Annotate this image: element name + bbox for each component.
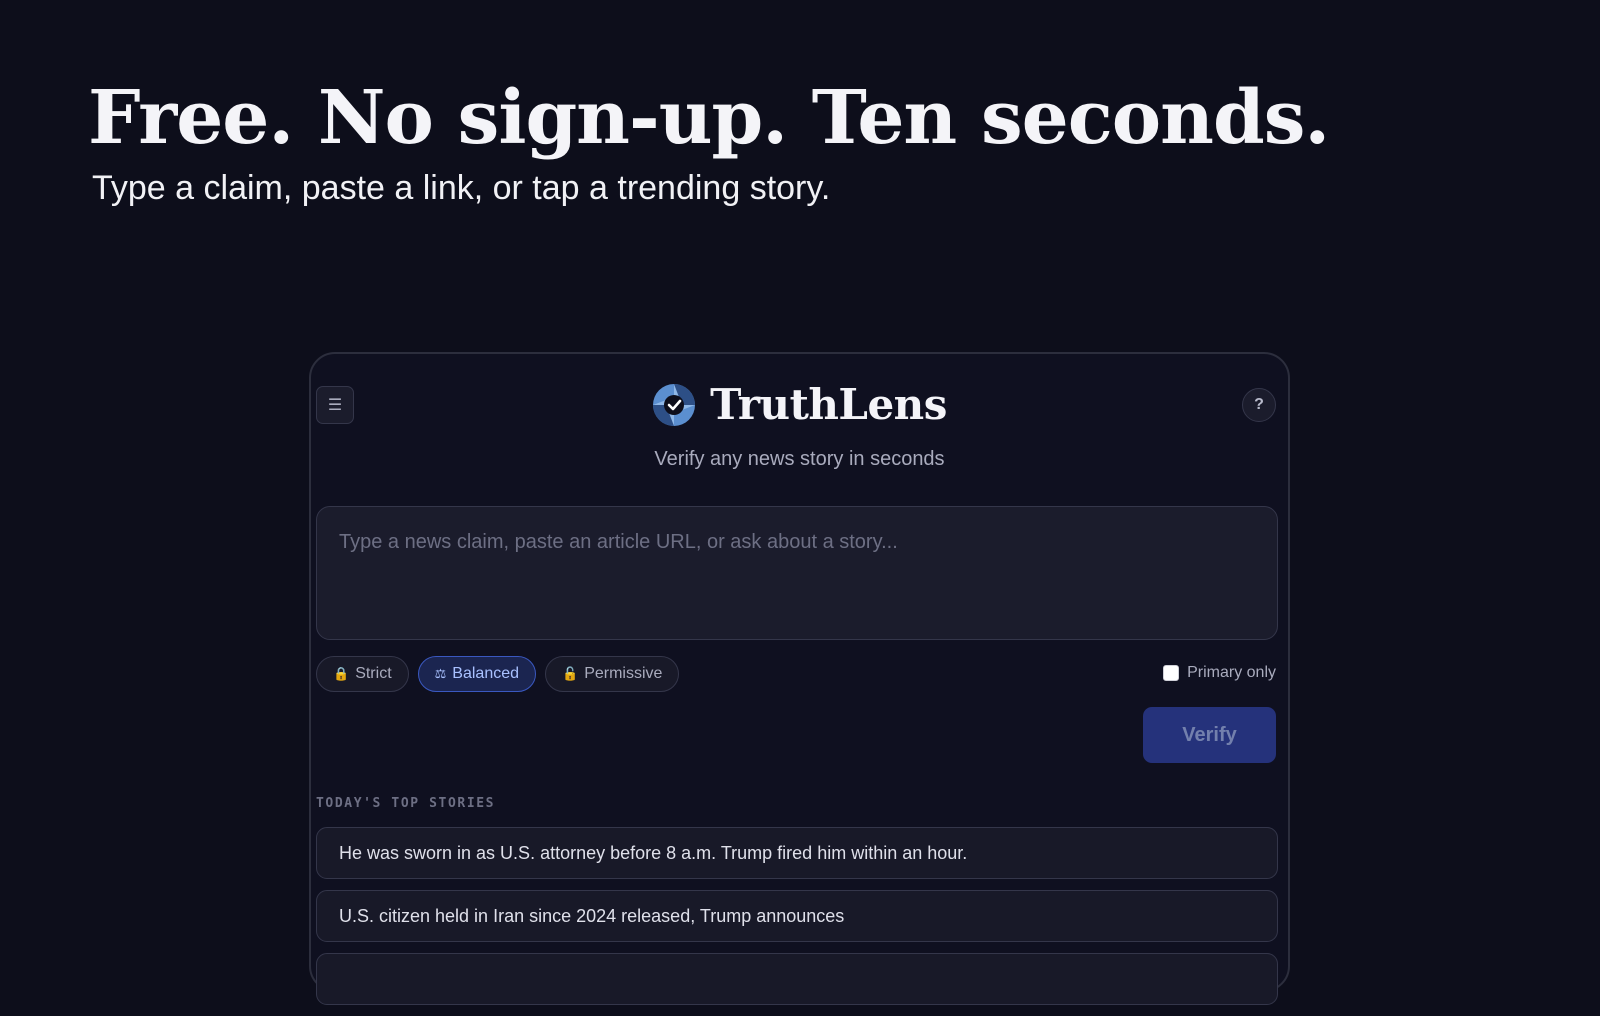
- primary-only-checkbox[interactable]: [1163, 665, 1180, 681]
- claim-input[interactable]: Type a news claim, paste an article URL,…: [316, 506, 1278, 640]
- mode-balanced-button[interactable]: ⚖ Balanced: [417, 656, 537, 692]
- logo-icon: [653, 383, 696, 426]
- hero-section: Free. No sign-up. Ten seconds. Type a cl…: [88, 74, 1330, 208]
- story-item[interactable]: He was sworn in as U.S. attorney before …: [316, 827, 1278, 879]
- mode-label: Strict: [355, 665, 392, 682]
- mode-label: Balanced: [452, 665, 520, 682]
- lock-icon: 🔒: [333, 666, 350, 681]
- primary-only-label: Primary only: [1187, 664, 1276, 681]
- help-button[interactable]: ?: [1242, 388, 1276, 422]
- help-icon: ?: [1254, 396, 1264, 413]
- mode-label: Permissive: [584, 665, 663, 682]
- claim-input-placeholder: Type a news claim, paste an article URL,…: [339, 531, 898, 553]
- brand: TruthLens: [311, 380, 1288, 429]
- hero-subheadline: Type a claim, paste a link, or tap a tre…: [92, 169, 831, 207]
- verify-button[interactable]: Verify: [1143, 707, 1276, 763]
- story-item[interactable]: U.S. citizen held in Iran since 2024 rel…: [316, 890, 1278, 942]
- app-name: TruthLens: [710, 380, 947, 429]
- hero-headline: Free. No sign-up. Ten seconds.: [88, 75, 1330, 161]
- top-stories-heading: TODAY'S TOP STORIES: [316, 796, 496, 811]
- unlock-icon: 🔓: [562, 666, 579, 681]
- mode-permissive-button[interactable]: 🔓 Permissive: [545, 656, 680, 692]
- top-stories-list: He was sworn in as U.S. attorney before …: [316, 827, 1278, 1016]
- story-text: U.S. citizen held in Iran since 2024 rel…: [339, 905, 845, 926]
- scale-icon: ⚖: [434, 666, 447, 681]
- mode-selector: 🔒 Strict ⚖ Balanced 🔓 Permissive: [316, 656, 680, 692]
- app-tagline: Verify any news story in seconds: [654, 448, 945, 470]
- primary-only-toggle[interactable]: Primary only: [1163, 664, 1276, 682]
- app-card: ☰ TruthLens ? Verify any news story in s…: [309, 352, 1290, 1005]
- story-text: He was sworn in as U.S. attorney before …: [339, 842, 968, 863]
- story-item[interactable]: [316, 953, 1278, 1005]
- mode-strict-button[interactable]: 🔒 Strict: [316, 656, 409, 692]
